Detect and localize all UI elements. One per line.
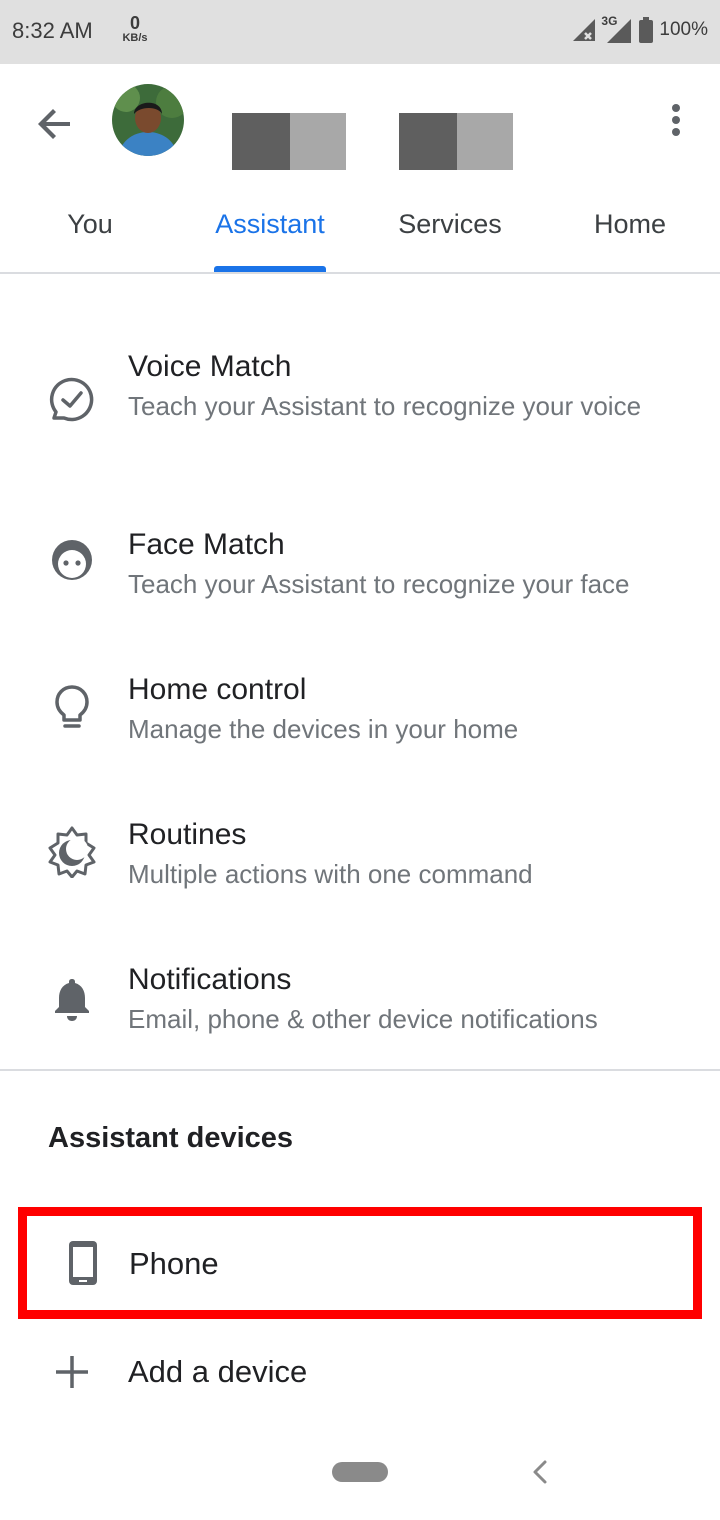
device-item-phone[interactable]: Phone [18,1207,702,1319]
app-header: You Assistant Services Home [0,64,720,274]
setting-subtitle: Email, phone & other device notification… [128,1004,598,1034]
network-speed-value: 0 [129,13,140,33]
setting-home-control[interactable]: Home control Manage the devices in your … [0,665,720,775]
tab-home[interactable]: Home [540,204,720,274]
phone-icon [69,1241,97,1285]
setting-title: Routines [128,818,247,851]
redacted-block [399,113,513,170]
redacted-block [232,113,346,170]
setting-face-match[interactable]: Face Match Teach your Assistant to recog… [0,520,720,630]
section-title-assistant-devices: Assistant devices [48,1122,294,1154]
avatar-image [112,84,184,156]
setting-voice-match[interactable]: Voice Match Teach your Assistant to reco… [0,340,720,480]
add-device-button[interactable]: Add a device [0,1340,720,1410]
face-icon [52,540,92,580]
status-time: 8:32 AM [12,18,93,43]
more-options-button[interactable] [656,98,696,146]
more-vert-icon [672,104,680,136]
active-tab-indicator [214,266,326,272]
back-button[interactable] [32,100,80,148]
network-speed: 0 KB/s [118,14,152,44]
setting-subtitle: Teach your Assistant to recognize your v… [128,391,642,421]
setting-title: Face Match [128,528,285,561]
nav-back-icon[interactable] [527,1458,553,1486]
account-avatar[interactable] [112,84,184,156]
setting-routines[interactable]: Routines Multiple actions with one comma… [0,810,720,920]
setting-title: Home control [128,673,307,706]
divider [0,1069,720,1071]
add-icon [56,1356,88,1388]
tab-services[interactable]: Services [360,204,540,274]
network-speed-unit: KB/s [122,32,148,44]
status-icons: 3G 100% [571,14,708,44]
status-bar: 8:32 AM 0 KB/s 3G 100% [0,0,720,64]
routines-icon [48,826,96,878]
add-device-label: Add a device [128,1354,308,1389]
battery-percentage: 100% [659,19,708,40]
home-gesture-pill[interactable] [332,1462,388,1482]
arrow-back-icon [38,109,70,139]
signal-no-sim-icon [573,19,596,41]
setting-notifications[interactable]: Notifications Email, phone & other devic… [0,955,720,1065]
tab-assistant[interactable]: Assistant [180,204,360,274]
lightbulb-icon [55,685,89,728]
signal-3g-icon: 3G [601,14,633,44]
setting-title: Notifications [128,963,292,996]
device-label: Phone [129,1246,219,1281]
tab-you[interactable]: You [0,204,180,274]
setting-subtitle: Manage the devices in your home [128,714,519,744]
tab-bar: You Assistant Services Home [0,204,720,274]
battery-icon [639,17,654,43]
setting-title: Voice Match [128,350,292,383]
system-nav-bar [0,1440,720,1520]
setting-subtitle: Multiple actions with one command [128,859,533,889]
scrolled-content-edge [214,274,414,280]
bell-icon [55,979,89,1021]
setting-subtitle: Teach your Assistant to recognize your f… [128,569,630,599]
voice-match-icon [49,377,94,422]
